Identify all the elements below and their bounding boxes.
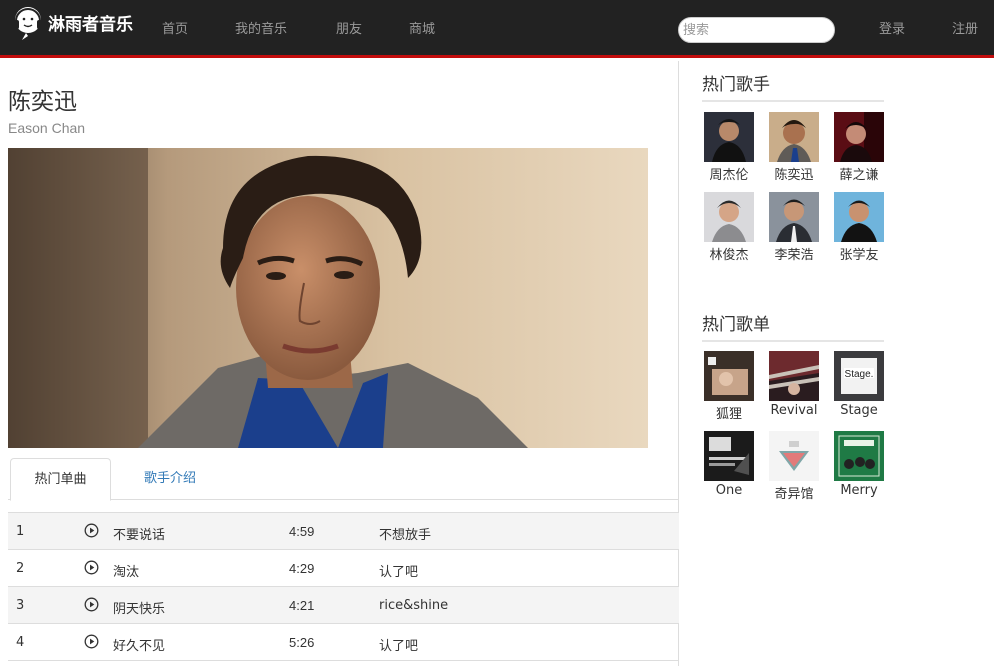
singer-name[interactable]: 李荣浩 [759,244,829,263]
artist-main-panel: 陈奕迅 Eason Chan 热门单曲 歌手介绍 1 不要说话 4:59 不想放… [0,61,679,666]
song-duration: 4:59 [289,524,315,539]
singer-avatar[interactable] [769,112,819,162]
playlist-cover[interactable] [769,431,819,481]
singer-avatar[interactable] [704,112,754,162]
playlist-cover[interactable] [769,351,819,401]
hot-singers-title: 热门歌手 [702,75,770,95]
divider [702,340,884,342]
playlist-cover[interactable] [704,431,754,481]
logo-text: 淋雨者音乐 [48,14,133,35]
playlist-card[interactable]: One [704,431,754,498]
singer-card[interactable]: 李荣浩 [769,192,819,263]
song-duration: 4:29 [289,561,315,576]
song-title[interactable]: 好久不见 [113,635,165,654]
playlist-card[interactable]: Stage. Stage [834,351,884,418]
login-link[interactable]: 登录 [879,18,905,37]
singer-avatar[interactable] [769,192,819,242]
song-duration: 5:26 [289,635,315,650]
song-album[interactable]: 不想放手 [379,524,431,543]
singer-card[interactable]: 林俊杰 [704,192,754,263]
playlist-cover[interactable] [704,351,754,401]
song-album[interactable]: 认了吧 [379,561,418,580]
song-title[interactable]: 淘汰 [113,561,139,580]
playlist-card[interactable]: Revival [769,351,819,418]
song-row[interactable]: 1 不要说话 4:59 不想放手 [8,513,679,550]
singer-card[interactable]: 陈奕迅 [769,112,819,183]
singer-avatar[interactable] [704,192,754,242]
song-row[interactable]: 3 阴天快乐 4:21 rice&shine [8,587,679,624]
playlist-name[interactable]: Revival [759,403,829,418]
playlist-card[interactable]: 狐狸 [704,351,754,422]
play-circle-icon[interactable] [84,597,99,612]
song-number: 4 [16,635,25,650]
artist-english-name: Eason Chan [8,120,86,136]
play-circle-icon[interactable] [84,560,99,575]
nav-home[interactable]: 首页 [162,18,188,37]
nav-my-music[interactable]: 我的音乐 [235,18,287,37]
svg-text:Stage.: Stage. [845,369,874,380]
artist-photo [8,148,648,448]
nav-mall[interactable]: 商城 [409,18,435,37]
playlist-name[interactable]: 奇异馆 [759,483,829,502]
singer-name[interactable]: 薛之谦 [824,164,894,183]
search-input[interactable] [678,17,835,43]
song-number: 1 [16,524,25,539]
song-album[interactable]: 认了吧 [379,635,418,654]
artist-tabs: 热门单曲 歌手介绍 [8,458,679,501]
artist-name: 陈奕迅 [8,89,77,115]
song-number: 3 [16,598,25,613]
song-duration: 4:21 [289,598,315,613]
song-row[interactable]: 2 淘汰 4:29 认了吧 [8,550,679,587]
singer-card[interactable]: 薛之谦 [834,112,884,183]
song-list: 1 不要说话 4:59 不想放手 2 淘汰 4:29 认了吧 3 阴天快乐 4:… [8,512,679,661]
playlist-name[interactable]: Merry [824,483,894,498]
play-circle-icon[interactable] [84,634,99,649]
singer-name[interactable]: 林俊杰 [694,244,764,263]
playlist-card[interactable]: Merry [834,431,884,498]
singer-name[interactable]: 周杰伦 [694,164,764,183]
headphones-logo-icon [14,7,42,40]
song-number: 2 [16,561,25,576]
playlist-cover[interactable] [834,431,884,481]
singer-name[interactable]: 陈奕迅 [759,164,829,183]
singer-card[interactable]: 周杰伦 [704,112,754,183]
hot-playlists-title: 热门歌单 [702,315,770,335]
register-link[interactable]: 注册 [952,18,978,37]
playlist-cover[interactable]: Stage. [834,351,884,401]
song-row[interactable]: 4 好久不见 5:26 认了吧 [8,624,679,661]
song-title[interactable]: 不要说话 [113,524,165,543]
tab-hot-singles[interactable]: 热门单曲 [10,458,111,501]
singer-card[interactable]: 张学友 [834,192,884,263]
playlist-name[interactable]: Stage [824,403,894,418]
divider [702,100,884,102]
singer-avatar[interactable] [834,112,884,162]
nav-friends[interactable]: 朋友 [336,18,362,37]
playlist-name[interactable]: One [694,483,764,498]
song-title[interactable]: 阴天快乐 [113,598,165,617]
playlist-card[interactable]: 奇异馆 [769,431,819,502]
singer-name[interactable]: 张学友 [824,244,894,263]
play-circle-icon[interactable] [84,523,99,538]
top-nav-bar: 淋雨者音乐 首页 我的音乐 朋友 商城 登录 注册 [0,0,994,58]
playlist-name[interactable]: 狐狸 [694,403,764,422]
song-album[interactable]: rice&shine [379,598,448,613]
singer-avatar[interactable] [834,192,884,242]
site-logo[interactable]: 淋雨者音乐 [10,3,133,41]
tab-artist-intro[interactable]: 歌手介绍 [130,458,210,500]
